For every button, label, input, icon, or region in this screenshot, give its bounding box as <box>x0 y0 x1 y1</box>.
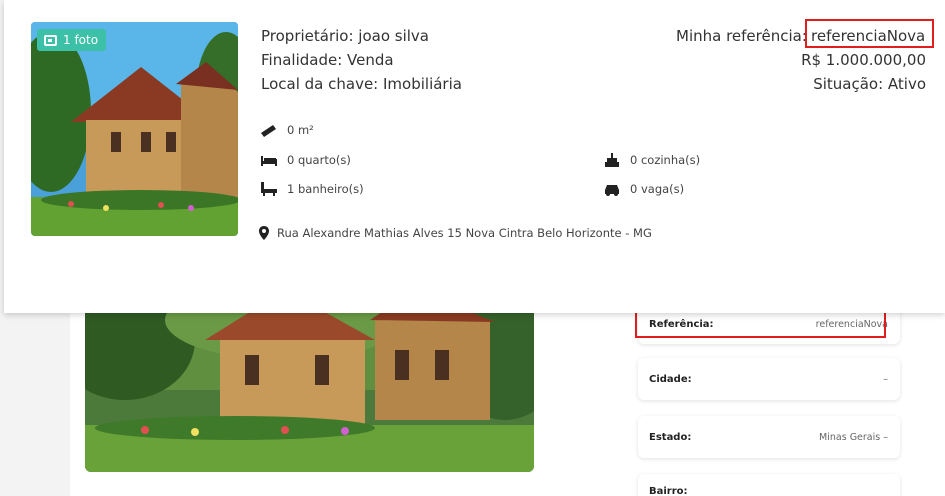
photo-count-badge[interactable]: 1 foto <box>37 29 107 51</box>
detail-label: Estado: <box>649 431 692 443</box>
highlight-box-reference <box>635 309 886 338</box>
address-label: Rua Alexandre Mathias Alves 15 Nova Cint… <box>277 226 652 240</box>
key-location-label: Local da chave: Imobiliária <box>261 75 462 93</box>
detail-value: Minas Gerais – <box>819 431 888 443</box>
address: Rua Alexandre Mathias Alves 15 Nova Cint… <box>259 226 652 240</box>
feature-bathrooms-label: 1 banheiro(s) <box>287 182 364 196</box>
feature-bedrooms-label: 0 quarto(s) <box>287 153 351 167</box>
my-reference-label: Minha referência: <box>676 27 807 45</box>
detail-neighborhood: Bairro: <box>638 474 900 496</box>
feature-area: 0 m² <box>261 123 314 137</box>
status-label: Situação: Ativo <box>813 75 926 93</box>
map-pin-icon <box>259 226 269 240</box>
feature-kitchens-label: 0 cozinha(s) <box>630 153 701 167</box>
property-main-photo[interactable] <box>85 300 534 472</box>
highlight-box-my-reference <box>805 19 934 48</box>
feature-bedrooms: 0 quarto(s) <box>261 153 351 167</box>
detail-state: Estado: Minas Gerais – <box>638 416 900 458</box>
feature-kitchens: 0 cozinha(s) <box>604 153 700 167</box>
feature-bathrooms: 1 banheiro(s) <box>261 182 364 196</box>
detail-value: – <box>883 373 888 385</box>
feature-parking: 0 vaga(s) <box>604 182 684 196</box>
detail-label: Cidade: <box>649 373 692 385</box>
feature-area-label: 0 m² <box>287 123 314 137</box>
car-icon <box>605 185 619 196</box>
purpose-label: Finalidade: Venda <box>261 51 394 69</box>
kitchen-icon <box>605 153 619 167</box>
bathtub-icon <box>261 182 277 196</box>
owner-label: Proprietário: joao silva <box>261 27 429 45</box>
detail-city: Cidade: – <box>638 358 900 400</box>
photo-count-label: 1 foto <box>63 33 99 47</box>
bed-icon <box>261 156 277 166</box>
ruler-icon <box>261 125 276 137</box>
listing-thumbnail[interactable] <box>31 22 238 236</box>
photo-icon <box>44 34 57 46</box>
price-label: R$ 1.000.000,00 <box>801 51 926 69</box>
detail-label: Bairro: <box>649 486 688 496</box>
feature-parking-label: 0 vaga(s) <box>630 182 685 196</box>
